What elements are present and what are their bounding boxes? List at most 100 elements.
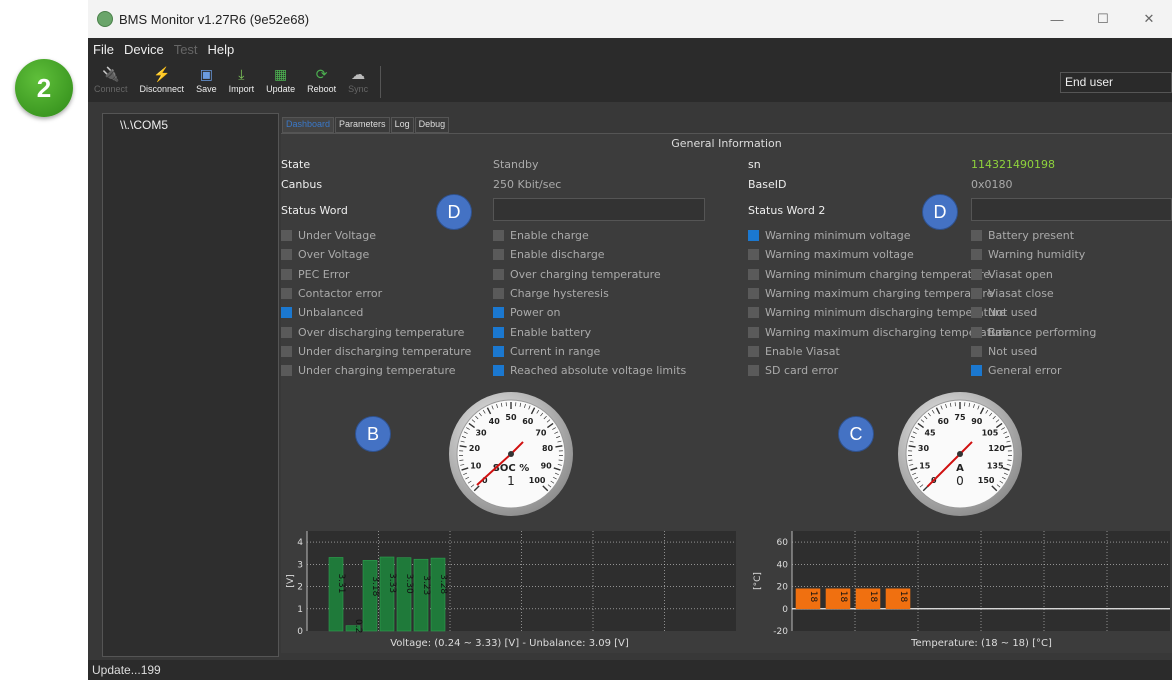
baseid-label: BaseID (748, 178, 787, 191)
app-logo-icon (97, 11, 113, 27)
status-flag-label: Warning maximum voltage (765, 248, 914, 262)
chip-icon: ▦ (273, 66, 288, 82)
status-flag-indicator (748, 268, 759, 280)
bar-label: 0.2 (353, 619, 363, 633)
status-flag: Contactor error (281, 287, 382, 300)
tab-log[interactable]: Log (390, 117, 414, 133)
status-flag: Warning maximum charging temperature (748, 287, 993, 300)
gauge-tick-label: 90 (971, 417, 983, 426)
status-flag-label: Enable discharge (510, 248, 605, 262)
status-flag-label: Charge hysteresis (510, 286, 609, 300)
close-button[interactable]: ✕ (1126, 0, 1172, 38)
tab-bar: Dashboard Parameters Log Debug (282, 117, 450, 133)
status-flag-label: Unbalanced (298, 306, 364, 320)
status-word-2-label: Status Word 2 (748, 204, 826, 217)
menu-test[interactable]: Test (169, 42, 203, 57)
status-flag-indicator (971, 345, 982, 357)
gauge-tick-label: 105 (982, 428, 999, 437)
status-flag-label: Warning maximum charging temperature (765, 286, 994, 300)
status-word-2-field[interactable] (971, 198, 1172, 221)
sync-button[interactable]: ☁ Sync (342, 60, 374, 94)
status-flag: Enable discharge (493, 248, 605, 261)
menu-device[interactable]: Device (119, 42, 169, 57)
gauge-unit: A (956, 463, 964, 474)
dashboard-panel: General Information State Standby Canbus… (281, 133, 1172, 653)
status-flag-indicator (748, 230, 759, 241)
baseid-value: 0x0180 (971, 178, 1013, 191)
status-flag-label: Over Voltage (298, 248, 370, 262)
toolbar: 🔌 Connect ⚡ Disconnect ▣ Save ⤓ Import ▦… (88, 60, 1172, 102)
bar (379, 556, 395, 632)
status-flag: SD card error (748, 364, 838, 377)
menu-help[interactable]: Help (203, 42, 240, 57)
y-tick-label: -20 (773, 627, 788, 637)
status-flag: Charge hysteresis (493, 287, 609, 300)
save-button[interactable]: ▣ Save (190, 60, 223, 94)
tab-dashboard[interactable]: Dashboard (282, 117, 335, 133)
status-flag-indicator (281, 268, 292, 280)
status-flag-indicator (281, 287, 292, 299)
y-tick-label: 60 (777, 538, 789, 548)
status-flag: Under discharging temperature (281, 345, 471, 358)
status-flag-indicator (971, 287, 982, 299)
window-title: BMS Monitor v1.27R6 (9e52e68) (119, 11, 310, 27)
device-item-com5[interactable]: \\.\COM5 (103, 114, 278, 132)
canbus-value: 250 Kbit/sec (493, 178, 562, 191)
status-flag-indicator (493, 345, 504, 357)
status-word-field[interactable] (493, 198, 705, 221)
reboot-button[interactable]: ⟳ Reboot (301, 60, 342, 94)
bar-label: 18 (898, 591, 908, 603)
minimize-button[interactable]: — (1034, 0, 1080, 38)
disconnect-button[interactable]: ⚡ Disconnect (134, 60, 191, 94)
cloud-icon: ☁ (351, 66, 366, 82)
y-tick-label: 20 (777, 583, 789, 593)
bar-label: 3.33 (387, 573, 397, 593)
status-flag-label: Viasat open (988, 267, 1053, 281)
tab-debug[interactable]: Debug (414, 117, 450, 133)
import-button[interactable]: ⤓ Import (223, 60, 261, 94)
status-flag: Enable Viasat (748, 345, 840, 358)
status-flag-label: Under charging temperature (298, 364, 456, 378)
app-window: BMS Monitor v1.27R6 (9e52e68) — ☐ ✕ File… (88, 0, 1172, 680)
y-tick-label: 2 (297, 583, 303, 593)
tab-parameters[interactable]: Parameters (335, 117, 390, 133)
update-button[interactable]: ▦ Update (260, 60, 301, 94)
gauge-tick-label: 70 (535, 428, 547, 437)
maximize-button[interactable]: ☐ (1080, 0, 1126, 38)
section-title: General Information (671, 137, 782, 150)
status-flag-indicator (748, 287, 759, 299)
gauge-tick-label: 150 (978, 476, 995, 485)
status-flag-indicator (281, 249, 292, 261)
voltage-chart: 0 1 2 3 4 [V] 3.31 0.2 3.18 3.33 3.30 3.23 3.28 (286, 531, 736, 637)
status-flag-label: Over charging temperature (510, 267, 661, 281)
y-tick-label: 3 (297, 560, 303, 570)
temperature-chart-caption: Temperature: (18 ~ 18) [°C] (911, 638, 1052, 649)
user-level-select[interactable]: End user (1060, 72, 1172, 93)
temperature-chart: -20 0 20 40 60 [°C] 18 18 18 18 (753, 531, 1170, 637)
connect-button[interactable]: 🔌 Connect (88, 60, 134, 94)
status-flag: Warning maximum voltage (748, 248, 914, 261)
bar-label: 3.28 (438, 574, 448, 594)
gauge-tick-label: 100 (529, 476, 546, 485)
status-flag: Warning maximum discharging temperature (748, 326, 1009, 339)
status-flag: Warning minimum charging temperature (748, 268, 990, 281)
status-flag-label: Reached absolute voltage limits (510, 364, 687, 378)
bar-label: 18 (838, 591, 848, 603)
sn-value: 114321490198 (971, 158, 1055, 171)
status-flag-label: Viasat close (988, 286, 1054, 300)
gauge-tick-label: 120 (988, 444, 1005, 453)
status-flag: Current in range (493, 345, 600, 358)
status-flag: Enable battery (493, 326, 591, 339)
status-flag-indicator (748, 307, 759, 319)
menu-file[interactable]: File (88, 42, 119, 57)
y-axis-label: [V] (286, 574, 296, 587)
status-flag-label: Not used (988, 306, 1038, 320)
status-flag-indicator (281, 230, 292, 241)
gauge-tick-label: 75 (954, 413, 966, 422)
gauge-hub (957, 451, 963, 457)
status-flag-label: Power on (510, 306, 561, 320)
status-flag-label: Warning minimum discharging temperature (765, 306, 1006, 320)
bar (328, 557, 344, 632)
current-gauge: 0153045607590105120135150A0 (898, 392, 1022, 516)
gauge-tick (459, 459, 464, 461)
